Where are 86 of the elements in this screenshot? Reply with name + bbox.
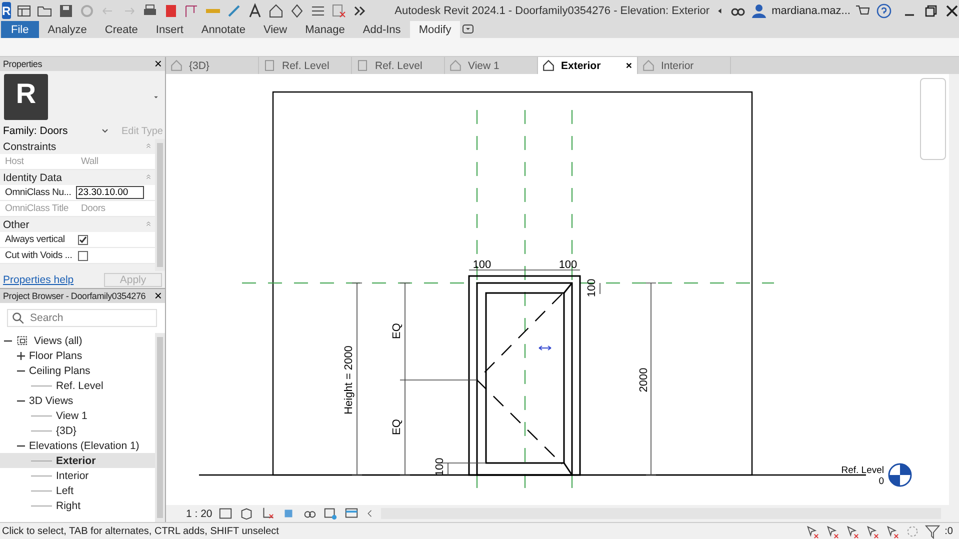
property-value: Wall	[80, 156, 100, 167]
level-name[interactable]: Ref. Level	[841, 465, 884, 476]
filter-count: :0	[944, 526, 953, 536]
close-button[interactable]: ×	[154, 290, 162, 302]
level-line[interactable]	[199, 474, 866, 476]
save-icon[interactable]	[58, 2, 74, 18]
ribbon-tab[interactable]: Create	[96, 21, 147, 38]
document-tab[interactable]: Exterior ×	[538, 57, 638, 74]
app-logo[interactable]: R	[2, 2, 11, 19]
file-menu-button[interactable]: File	[1, 21, 39, 38]
house-icon[interactable]	[542, 59, 555, 72]
visual-style-icon[interactable]	[239, 506, 254, 521]
tree-item[interactable]: Left	[0, 483, 155, 498]
tree-item[interactable]: Interior	[0, 468, 155, 483]
tree-item[interactable]: Floor Plans	[0, 348, 155, 363]
collapse-icon[interactable]	[145, 174, 152, 181]
dimension-label[interactable]: EQ	[391, 419, 403, 435]
ribbon-tab[interactable]: Add-Ins	[354, 21, 410, 38]
property-label: OmniClass Title	[4, 203, 70, 214]
collapse-icon[interactable]	[145, 143, 152, 150]
family-preview-logo: R	[4, 74, 48, 120]
property-label: Cut with Voids ...	[4, 250, 74, 261]
collapse-icon[interactable]	[145, 221, 152, 228]
ribbon-tab[interactable]: Manage	[296, 21, 354, 38]
window-icon[interactable]	[16, 2, 32, 18]
level-head-icon[interactable]	[888, 463, 912, 487]
user-name[interactable]: mardiana.maz...	[772, 4, 850, 16]
close-button[interactable]: ×	[154, 58, 162, 70]
flip-arrow-icon[interactable]	[538, 346, 552, 350]
dimension-label[interactable]: 100	[434, 458, 446, 476]
ribbon-tab[interactable]: Insert	[146, 21, 192, 38]
panel-title: Properties	[3, 59, 42, 69]
level-value[interactable]: 0	[878, 476, 884, 487]
door-swing-line[interactable]	[476, 294, 562, 464]
property-field[interactable]: 23.30.10.00	[76, 186, 144, 199]
tree-item[interactable]: Elevations (Elevation 1)	[0, 438, 155, 453]
text-icon[interactable]	[246, 2, 263, 18]
door-frame-drawing[interactable]	[468, 275, 581, 476]
tree-item[interactable]: Exterior	[0, 453, 155, 468]
view-scale[interactable]: 1 : 20	[186, 508, 212, 520]
tree-item[interactable]: Views (all)	[0, 333, 155, 348]
detail-level-icon[interactable]	[218, 506, 234, 521]
window-title: Autodesk Revit 2024.1 - Doorfamily0354276 - Elevation: Exterior	[394, 4, 710, 16]
status-message: Click to select, TAB for alternates, CTRL adds, SHIFT unselect	[2, 526, 280, 536]
ribbon-tab[interactable]: Analyze	[38, 21, 96, 38]
property-label: Always vertical	[4, 234, 66, 245]
tree-item[interactable]: 3D Views	[0, 393, 155, 408]
temporary-view-icon[interactable]	[323, 506, 338, 521]
tree-item[interactable]: Ref. Level	[0, 378, 155, 393]
home-icon[interactable]	[268, 2, 284, 18]
views-icon[interactable]	[16, 334, 30, 348]
dimension-label[interactable]: 100	[586, 278, 598, 298]
caret-icon[interactable]	[101, 127, 109, 135]
tree-item[interactable]: {3D}	[0, 423, 155, 438]
panel-title: Project Browser - Doorfamily0354276	[3, 291, 146, 301]
close-tab-icon[interactable]: ×	[626, 60, 632, 72]
group-header: Identity Data	[3, 172, 62, 184]
properties-help-link[interactable]: Properties help	[3, 274, 74, 286]
help-icon[interactable]	[876, 2, 892, 18]
tree-item[interactable]: Ceiling Plans	[0, 363, 155, 378]
drawing-canvas[interactable]: 100 100 100 100 EQ EQ Height = 2000 2000 Ref. Level 0	[166, 74, 959, 505]
close-icon[interactable]	[944, 2, 959, 18]
search-icon[interactable]	[12, 312, 25, 325]
group-header: Other	[3, 218, 30, 230]
filter-icon[interactable]	[924, 524, 940, 538]
dimension-label[interactable]: Height = 2000	[343, 346, 355, 414]
ribbon-tab[interactable]: Modify	[410, 21, 460, 38]
dimension-label[interactable]: 100	[472, 259, 492, 271]
ribbon-tab[interactable]: Annotate	[192, 21, 254, 38]
tree-item[interactable]: Right	[0, 498, 155, 513]
property-value: Doors	[80, 203, 106, 214]
group-header: Constraints	[3, 140, 56, 152]
restore-icon[interactable]	[923, 2, 940, 18]
tree-item[interactable]: View 1	[0, 408, 155, 423]
dimension-label[interactable]: EQ	[391, 323, 403, 339]
user-icon[interactable]	[750, 2, 767, 18]
dimension-label[interactable]: 2000	[638, 368, 650, 392]
expand-toggle[interactable]	[17, 352, 25, 360]
property-checkbox[interactable]	[78, 250, 88, 260]
type-selector[interactable]: Family: Doors	[3, 125, 109, 137]
search-field[interactable]: Search	[7, 309, 157, 327]
dimension-label[interactable]: 100	[558, 259, 578, 271]
ribbon-tab[interactable]: View	[254, 21, 296, 38]
property-checkbox[interactable]	[78, 234, 88, 244]
property-label: Host	[4, 156, 25, 167]
property-label: OmniClass Nu...	[4, 187, 72, 198]
